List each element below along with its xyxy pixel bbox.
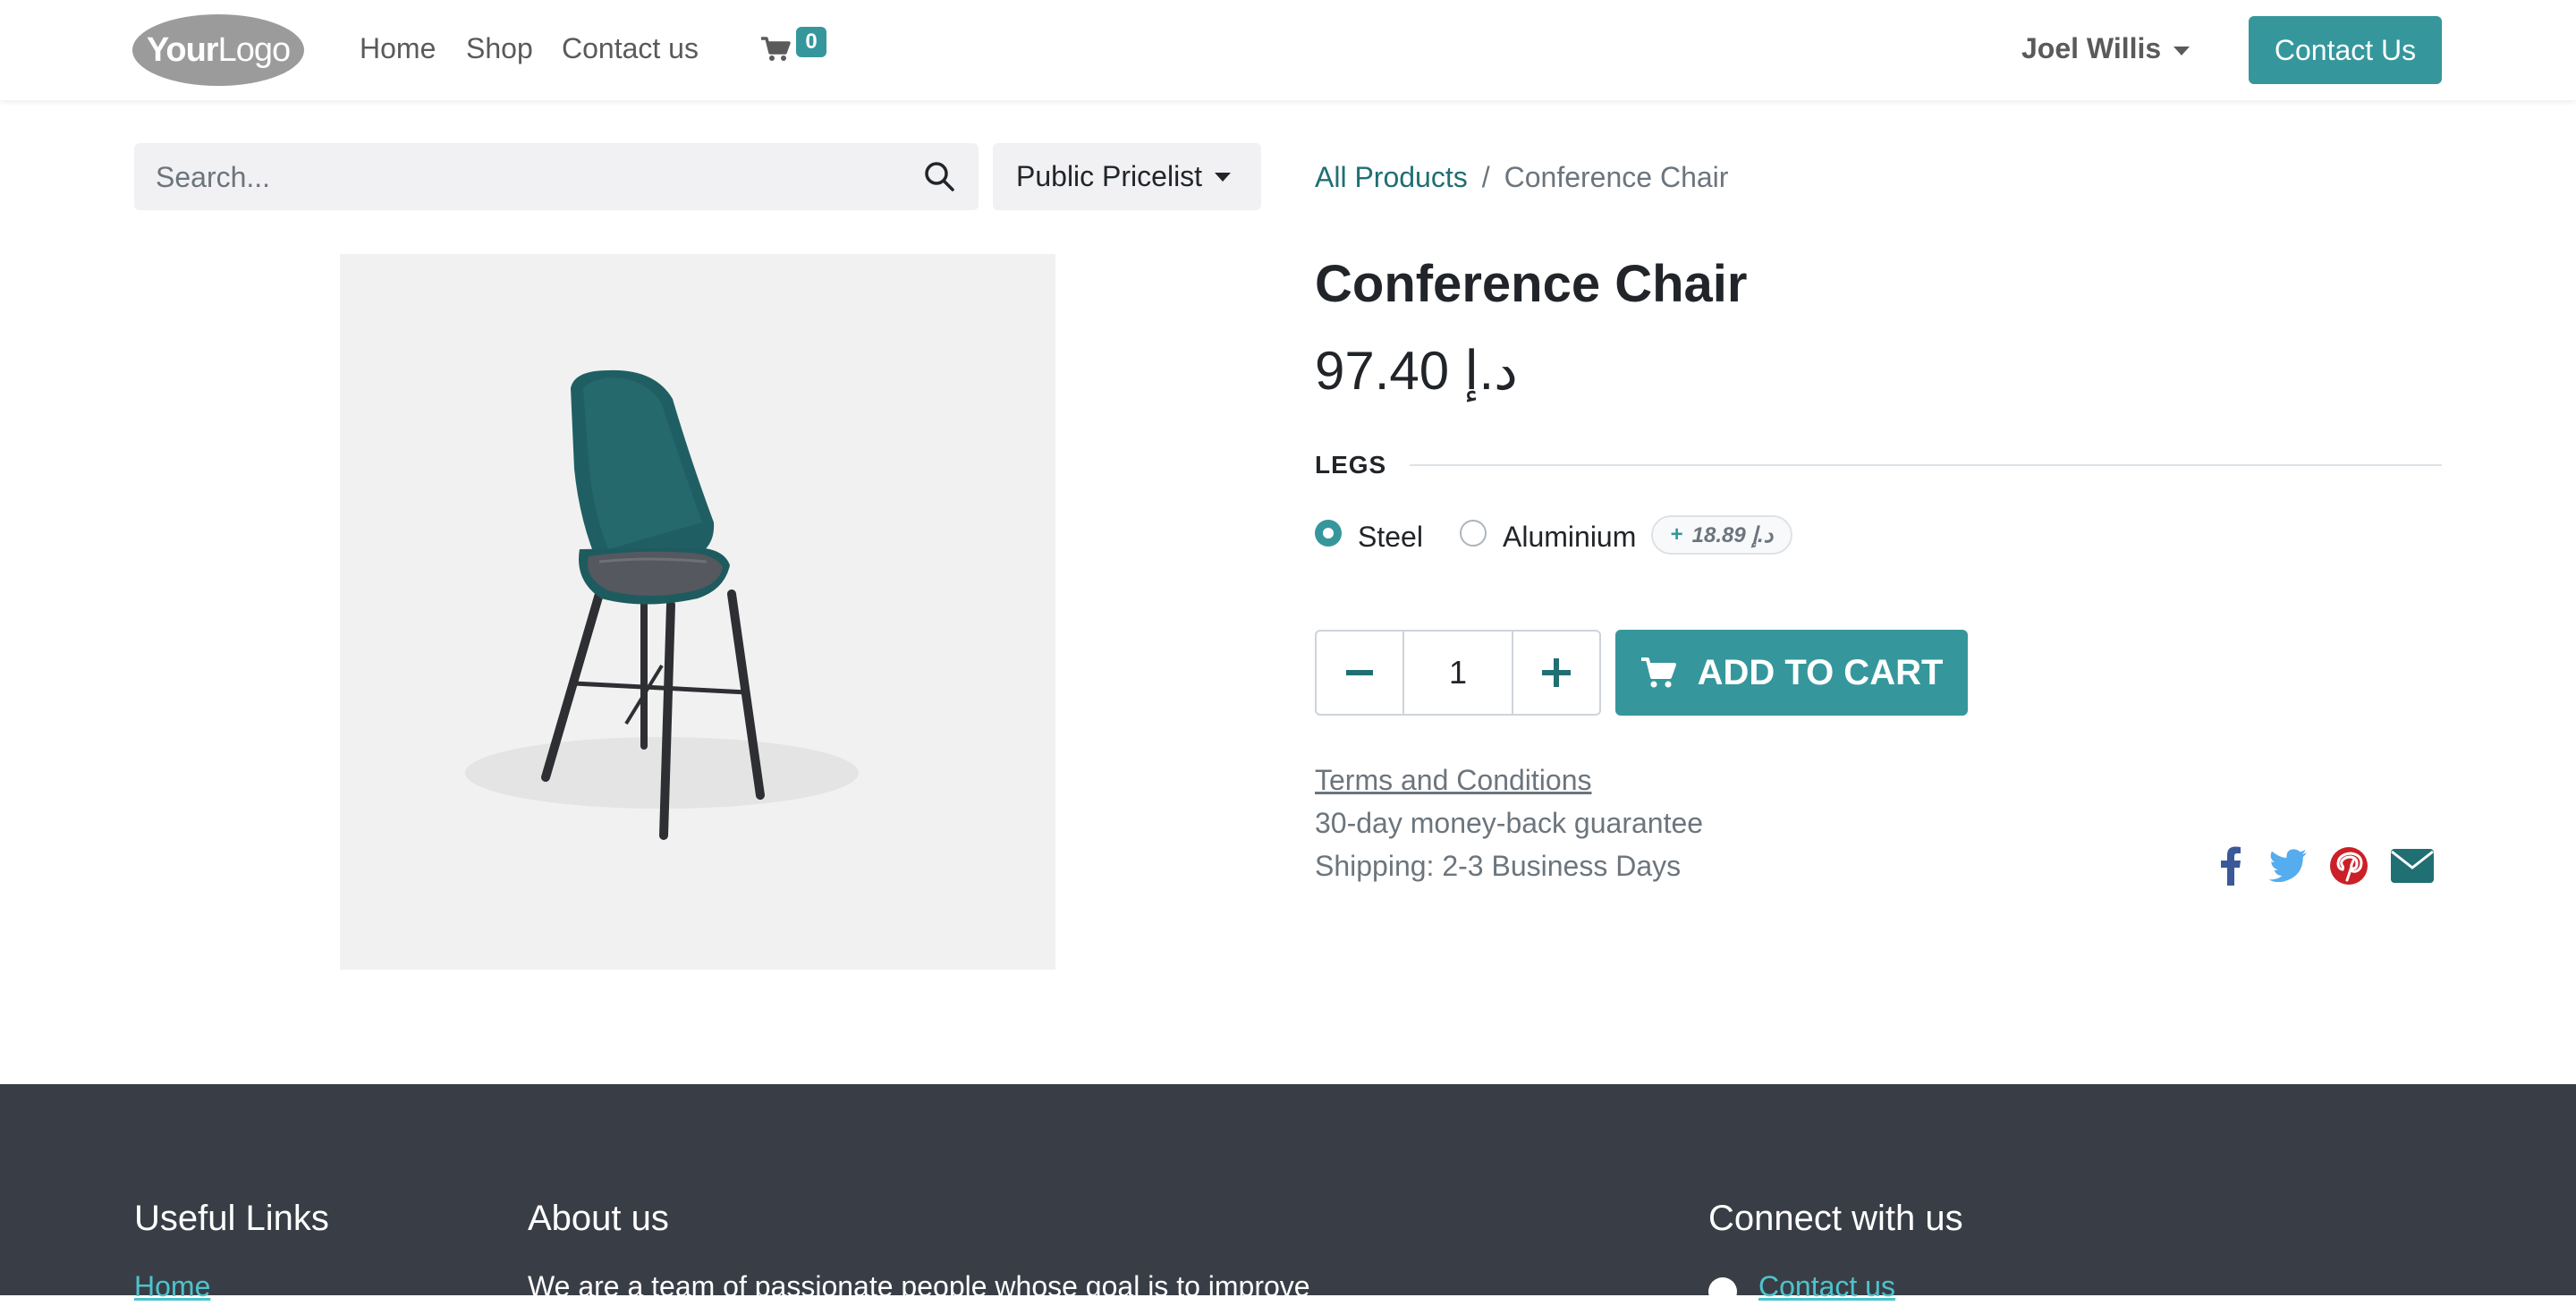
facebook-icon[interactable] (2220, 846, 2241, 886)
product-search-box (134, 143, 979, 212)
breadcrumb: All Products / Conference Chair (1315, 161, 1728, 194)
chair-illustration (465, 369, 859, 840)
attribute-label: LEGS (1315, 451, 1387, 479)
caret-down-icon (1215, 172, 1232, 182)
extra-price-badge: +18.89 د.إ (1651, 515, 1792, 555)
product-image[interactable] (340, 254, 1055, 970)
guarantee-text: 30-day money-back guarantee (1315, 807, 1704, 839)
add-to-cart-label: ADD TO CART (1697, 652, 1944, 692)
extra-price-sign: + (1670, 522, 1683, 547)
nav-shop[interactable]: Shop (466, 32, 533, 65)
quantity-stepper (1315, 630, 1601, 716)
caret-down-icon (2174, 46, 2190, 55)
plus-icon (1542, 658, 1571, 687)
pricelist-dropdown[interactable]: Public Pricelist (993, 143, 1261, 210)
comment-icon (1708, 1277, 1737, 1306)
footer-heading-about-us: About us (528, 1199, 669, 1238)
quantity-decrease-button[interactable] (1317, 632, 1404, 714)
nav-contact-us[interactable]: Contact us (562, 32, 699, 65)
shopping-cart-icon[interactable] (760, 36, 791, 63)
company-logo[interactable]: Your Logo (132, 14, 304, 86)
footer-about-text: We are a team of passionate people whose… (528, 1270, 1310, 1302)
product-title: Conference Chair (1315, 255, 1748, 313)
nav-home[interactable]: Home (360, 32, 436, 65)
pricelist-label: Public Pricelist (1016, 160, 1203, 192)
user-name: Joel Willis (2021, 32, 2162, 64)
minus-icon (1346, 670, 1373, 675)
breadcrumb-separator: / (1481, 161, 1490, 193)
footer-heading-connect: Connect with us (1708, 1199, 1963, 1238)
add-to-cart-button[interactable]: ADD TO CART (1615, 630, 1968, 716)
breadcrumb-current: Conference Chair (1504, 161, 1729, 193)
cart-count-badge[interactable]: 0 (796, 27, 826, 57)
footer-link-home[interactable]: Home (134, 1270, 210, 1303)
shopping-cart-icon (1640, 657, 1676, 688)
attribute-divider (1410, 464, 2442, 466)
pinterest-icon[interactable] (2329, 846, 2368, 886)
option-label-steel[interactable]: Steel (1358, 521, 1423, 554)
user-menu-dropdown[interactable]: Joel Willis (2021, 32, 2190, 65)
option-label-aluminium[interactable]: Aluminium (1503, 521, 1636, 554)
footer: Useful Links Home About us We are a team… (0, 1084, 2576, 1306)
radio-aluminium[interactable] (1460, 520, 1487, 547)
terms-link[interactable]: Terms and Conditions (1315, 764, 1591, 797)
breadcrumb-all-products[interactable]: All Products (1315, 161, 1468, 193)
product-price: 97.40 د.إ (1315, 341, 1518, 401)
extra-price-amount: 18.89 د.إ (1691, 522, 1774, 547)
radio-steel[interactable] (1315, 520, 1342, 547)
search-input[interactable] (154, 143, 891, 212)
quantity-increase-button[interactable] (1512, 632, 1599, 714)
search-icon[interactable] (923, 160, 955, 192)
email-icon[interactable] (2390, 848, 2435, 884)
quantity-input[interactable] (1404, 632, 1512, 714)
footer-link-contact-us[interactable]: Contact us (1758, 1270, 1895, 1303)
shipping-text: Shipping: 2-3 Business Days (1315, 850, 1682, 882)
top-navbar: Your Logo Home Shop Contact us 0 Joel Wil… (0, 0, 2576, 100)
logo-text-light: Logo (217, 30, 292, 69)
footer-heading-useful-links: Useful Links (134, 1199, 329, 1238)
logo-text-bold: Your (146, 30, 219, 69)
twitter-icon[interactable] (2268, 848, 2308, 882)
contact-us-button[interactable]: Contact Us (2249, 16, 2442, 84)
